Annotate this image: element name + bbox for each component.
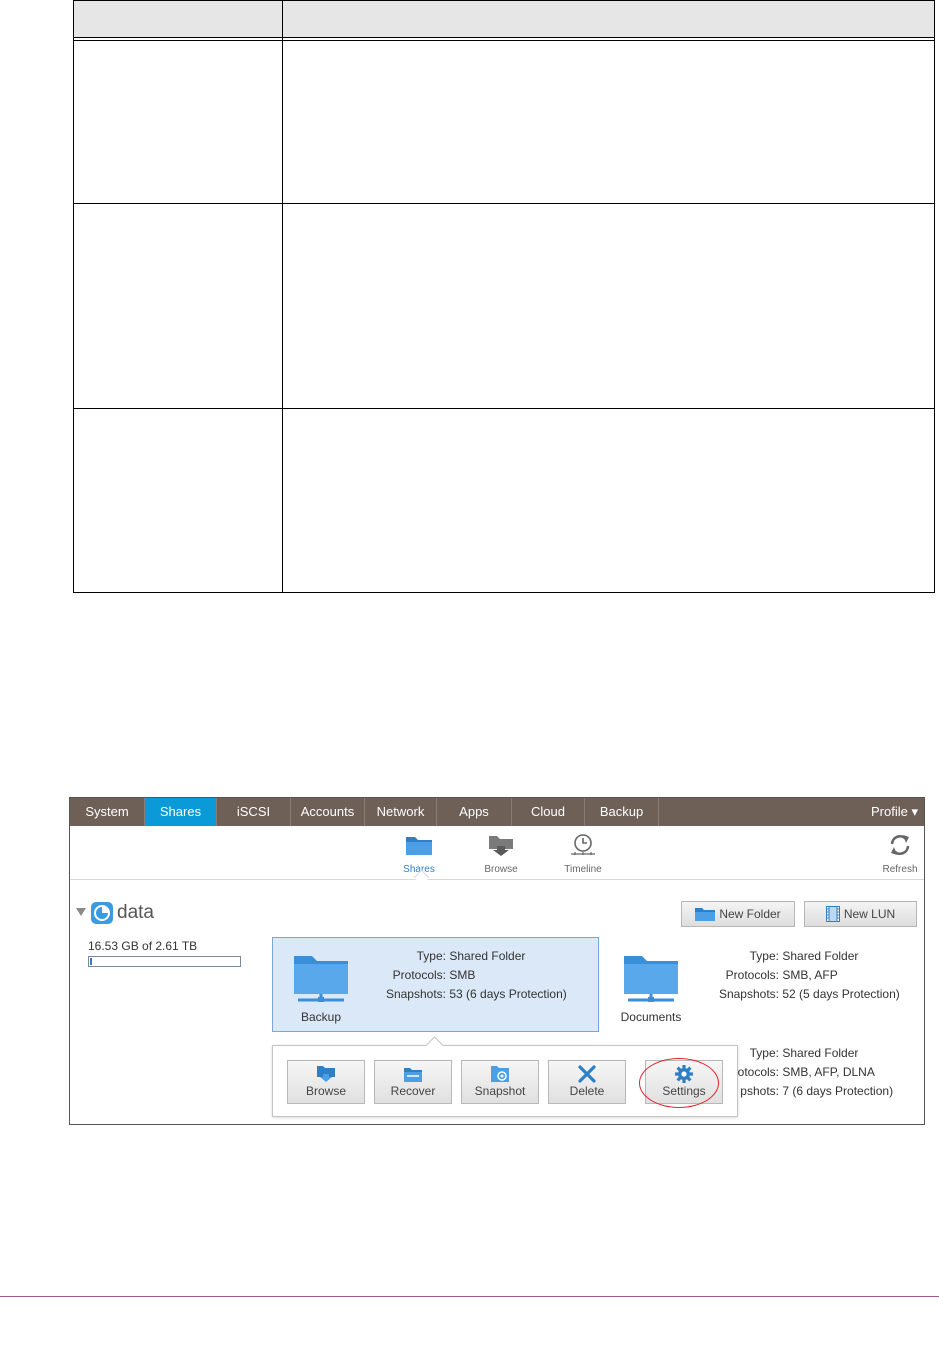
new-folder-label: New Folder [719, 907, 781, 921]
type-value: Shared Folder [782, 1046, 859, 1060]
new-folder-icon [695, 908, 716, 921]
refresh-button[interactable]: Refresh [870, 834, 924, 875]
delete-button[interactable]: Delete [548, 1060, 626, 1104]
share-documents-snapshots-row: Snapshots: 52 (5 days Protection) [700, 987, 900, 1001]
table-row-rule [74, 203, 934, 204]
new-lun-label: New LUN [843, 907, 896, 921]
share-actions-popup: Browse Recover Snapshot Delete Settings [272, 1036, 738, 1117]
document-table [73, 0, 935, 593]
share-name-backup: Backup [300, 1010, 342, 1024]
browse-button[interactable]: Browse [287, 1060, 365, 1104]
type-key: Type: [416, 949, 446, 963]
delete-x-icon [578, 1065, 596, 1083]
new-lun-button[interactable]: New LUN [804, 901, 917, 927]
recover-label: Recover [390, 1084, 436, 1098]
settings-label: Settings [662, 1084, 706, 1098]
snapshots-key: Snapshots: [718, 987, 779, 1001]
browse-folder-icon [317, 1066, 335, 1082]
snapshots-value: 53 (6 days Protection) [449, 987, 567, 1001]
share-backup-type-row: Type: Shared Folder [370, 949, 526, 963]
protocols-key: Protocols: [725, 968, 779, 982]
tab-system[interactable]: System [70, 798, 145, 826]
tab-shares[interactable]: Shares [145, 798, 217, 826]
snapshots-value: 7 (6 days Protection) [782, 1084, 894, 1098]
volume-disk-icon [91, 902, 113, 924]
readynas-shares-screenshot: System Shares iSCSI Accounts Network App… [69, 797, 925, 1125]
snapshot-camera-icon [491, 1066, 509, 1082]
tab-iscsi[interactable]: iSCSI [217, 798, 291, 826]
table-header-double-rule [74, 40, 934, 41]
snapshots-key: Snapshots: [385, 987, 446, 1001]
table-row-rule [74, 408, 934, 409]
subnav-timeline[interactable]: Timeline [553, 834, 613, 875]
page-footer-rule [0, 1296, 939, 1297]
folder-download-icon [489, 836, 513, 856]
refresh-icon [890, 835, 910, 855]
table-column-divider [282, 1, 283, 592]
delete-label: Delete [569, 1084, 605, 1098]
tab-apps[interactable]: Apps [437, 798, 512, 826]
popup-pointer [425, 1036, 444, 1055]
top-navigation-bar: System Shares iSCSI Accounts Network App… [70, 798, 924, 826]
folder-icon [406, 837, 432, 855]
tab-backup[interactable]: Backup [585, 798, 659, 826]
protocols-value: SMB [449, 968, 476, 982]
tab-network[interactable]: Network [365, 798, 437, 826]
collapse-triangle-icon[interactable] [76, 908, 86, 916]
subnav-browse[interactable]: Browse [471, 834, 531, 875]
share-backup-protocols-row: Protocols: SMB [370, 968, 476, 982]
type-value: Shared Folder [449, 949, 526, 963]
settings-button[interactable]: Settings [645, 1060, 723, 1104]
shared-folder-icon [294, 956, 348, 1002]
protocols-key: Protocols: [392, 968, 446, 982]
volume-usage-bar [88, 956, 241, 967]
tab-accounts[interactable]: Accounts [291, 798, 365, 826]
type-value: Shared Folder [782, 949, 859, 963]
snapshots-value: 52 (5 days Protection) [782, 987, 900, 1001]
subnav-timeline-label: Timeline [564, 864, 602, 875]
recover-folder-icon [404, 1068, 422, 1082]
protocols-value: SMB, AFP, DLNA [782, 1065, 875, 1079]
gear-icon [675, 1065, 693, 1083]
profile-menu[interactable]: Profile ▾ [871, 798, 918, 826]
shared-folder-icon[interactable] [622, 954, 680, 1004]
share-name-documents[interactable]: Documents [615, 1010, 687, 1024]
volume-usage-text: 16.53 GB of 2.61 TB [88, 939, 198, 953]
subnav-shares[interactable]: Shares [389, 834, 449, 875]
protocols-value: SMB, AFP [782, 968, 838, 982]
snapshot-label: Snapshot [474, 1084, 526, 1098]
share-documents-protocols-row: Protocols: SMB, AFP [700, 968, 838, 982]
sub-navigation-bar: Shares Browse Timeline Refresh [70, 826, 924, 886]
volume-usage-fill [90, 958, 92, 965]
lun-film-icon [825, 906, 840, 922]
tab-cloud[interactable]: Cloud [512, 798, 585, 826]
table-header-row [74, 1, 934, 38]
new-folder-button[interactable]: New Folder [681, 901, 795, 927]
share-backup-snapshots-row: Snapshots: 53 (6 days Protection) [370, 987, 567, 1001]
browse-label: Browse [305, 1084, 346, 1098]
subnav-browse-label: Browse [484, 864, 518, 875]
clock-timeline-icon [571, 834, 595, 855]
volume-name: data [117, 902, 154, 923]
subnav-refresh-label: Refresh [882, 864, 918, 875]
type-key: Type: [749, 949, 779, 963]
share-documents-type-row: Type: Shared Folder [700, 949, 859, 963]
snapshot-button[interactable]: Snapshot [461, 1060, 539, 1104]
recover-button[interactable]: Recover [374, 1060, 452, 1104]
